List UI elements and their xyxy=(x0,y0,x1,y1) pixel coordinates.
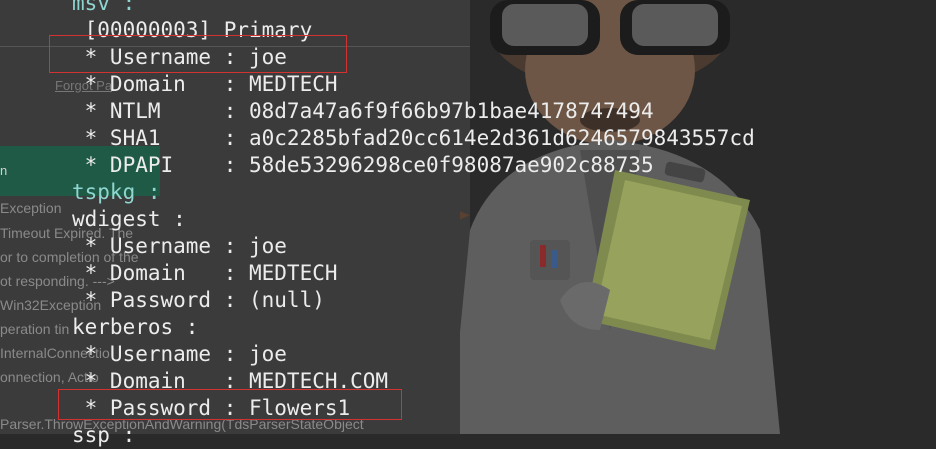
wdigest-domain: * Domain : MEDTECH xyxy=(72,261,338,285)
msv-ntlm-hash: * NTLM : 08d7a47a6f9f66b97b1bae417874749… xyxy=(72,99,654,123)
msv-dpapi: * DPAPI : 58de53296298ce0f98087ae902c887… xyxy=(72,153,654,177)
msv-sha1-hash: * SHA1 : a0c2285bfad20cc614e2d361d624657… xyxy=(72,126,755,150)
password-highlight-box xyxy=(58,389,402,420)
msv-domain: * Domain : MEDTECH xyxy=(72,72,338,96)
section-ssp: ssp : xyxy=(72,423,136,447)
section-wdigest: wdigest : xyxy=(72,207,186,231)
section-kerberos: kerberos : xyxy=(72,315,199,339)
section-msv: msv : xyxy=(72,0,136,15)
wdigest-password: * Password : (null) xyxy=(72,288,325,312)
kerberos-username: * Username : joe xyxy=(72,342,287,366)
username-highlight-box xyxy=(49,35,347,73)
section-tspkg: tspkg : xyxy=(72,180,161,204)
wdigest-username: * Username : joe xyxy=(72,234,287,258)
